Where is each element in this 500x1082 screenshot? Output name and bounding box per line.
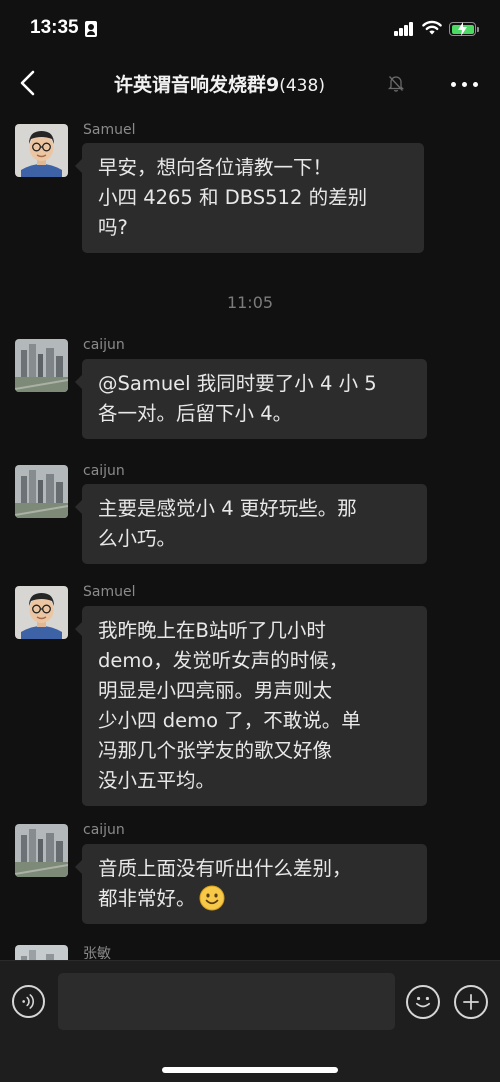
sender-name: caijun [83,337,125,353]
message-line: 我昨晚上在B站听了几小时 [98,619,326,642]
sender-name: caijun [83,822,125,838]
message-line: 小四 4265 和 DBS512 的差别 [98,186,368,209]
message-line: 音质上面没有听出什么差别， [98,857,352,880]
timestamp: 11:05 [226,293,274,312]
back-icon[interactable] [14,68,42,98]
sender-name: Samuel [83,122,136,138]
message-line: 么小巧。 [98,527,177,550]
sender-name: Samuel [83,584,136,600]
message-text: 都非常好。 [98,887,196,910]
message-input[interactable] [58,973,395,1030]
message-bubble[interactable]: 主要是感觉小 4 更好玩些。那 么小巧。 [75,484,427,564]
samuel-avatar[interactable] [15,124,68,177]
mute-bell-icon [388,76,404,92]
message-line: 各一对。后留下小 4。 [98,402,293,425]
message-bubble[interactable]: @Samuel 我同时要了小 4 小 5 各一对。后留下小 4。 [75,359,427,439]
member-count: (438) [279,76,325,96]
message-line: @Samuel 我同时要了小 4 小 5 [98,372,377,395]
smile-emoji [199,885,225,911]
input-bar [0,960,500,1082]
emoji-icon[interactable] [406,985,440,1019]
wifi-icon [422,20,442,35]
samuel-avatar[interactable] [15,586,68,639]
status-bar: 13:35 [0,0,500,52]
message-line: 早安，想向各位请教一下！ [98,156,333,179]
message-line: 都非常好。 [98,884,411,914]
chat-header: 许英谓音响发烧群9(438) [0,52,500,114]
city-avatar[interactable] [15,945,68,960]
person-badge-icon [85,21,97,37]
status-time: 13:35 [30,17,79,38]
chat-title[interactable]: 许英谓音响发烧群9(438) [114,70,325,97]
group-name: 许英谓音响发烧群9 [114,74,280,96]
message-line: 吗? [98,216,128,239]
message-line: 主要是感觉小 4 更好玩些。那 [98,497,357,520]
signal-icon [394,22,414,36]
message-bubble[interactable]: 早安，想向各位请教一下！ 小四 4265 和 DBS512 的差别 吗? [75,143,424,253]
message-line: 明显是小四亮丽。男声则太 [98,679,333,702]
voice-icon[interactable] [12,985,45,1018]
plus-icon[interactable] [454,985,488,1019]
more-icon[interactable] [451,82,479,88]
home-indicator[interactable] [162,1067,338,1073]
city-avatar[interactable] [15,339,68,392]
battery-charging-icon [449,22,479,36]
message-list[interactable]: Samuel 早安，想向各位请教一下！ 小四 4265 和 DBS512 的差别… [0,114,500,960]
sender-name: caijun [83,463,125,479]
message-line: 冯那几个张学友的歌又好像 [98,739,333,762]
message-line: 没小五平均。 [98,769,216,792]
message-bubble[interactable]: 我昨晚上在B站听了几小时 demo，发觉听女声的时候， 明显是小四亮丽。男声则太… [75,606,427,806]
message-line: demo，发觉听女声的时候， [98,649,349,672]
city-avatar[interactable] [15,465,68,518]
message-bubble[interactable]: 音质上面没有听出什么差别， 都非常好。 [75,844,427,924]
city-avatar[interactable] [15,824,68,877]
sender-name: 张敏 [83,946,111,960]
message-line: 少小四 demo 了，不敢说。单 [98,709,361,732]
